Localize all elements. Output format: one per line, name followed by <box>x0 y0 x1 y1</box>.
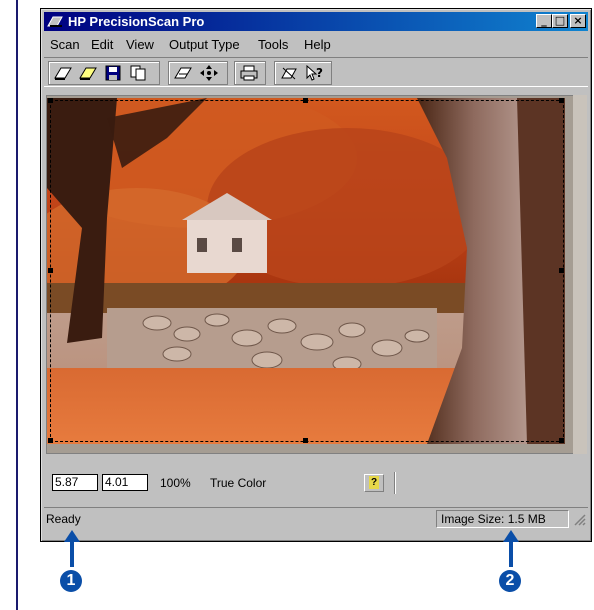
toolbar: ? <box>44 57 588 87</box>
selection-handle-s[interactable] <box>303 438 308 443</box>
menu-scan[interactable]: Scan <box>50 37 80 52</box>
scanner-app-icon <box>47 14 63 28</box>
move-icon[interactable] <box>199 64 219 82</box>
scan-icon[interactable] <box>53 64 73 82</box>
window-title: HP PrecisionScan Pro <box>68 14 205 29</box>
menu-view[interactable]: View <box>126 37 154 52</box>
width-field[interactable]: 5.87 <box>52 474 98 491</box>
callout-2-number: 2 <box>499 570 521 592</box>
callout-1-number: 1 <box>60 570 82 592</box>
help-pointer-icon[interactable]: ? <box>305 64 325 82</box>
callout-2-line <box>509 541 513 567</box>
selection-handle-se[interactable] <box>559 438 564 443</box>
print-icon[interactable] <box>239 64 259 82</box>
new-scan-icon[interactable] <box>78 64 98 82</box>
status-ready-text: Ready <box>46 512 81 526</box>
close-button[interactable]: × <box>570 14 586 28</box>
app-window: HP PrecisionScan Pro _ □ × Scan Edit Vie… <box>40 8 592 542</box>
selection-handle-n[interactable] <box>303 98 308 103</box>
preview-side-panel <box>573 95 587 454</box>
status-separator <box>394 472 395 494</box>
menu-help[interactable]: Help <box>304 37 331 52</box>
maximize-button[interactable]: □ <box>552 14 568 28</box>
selection-handle-nw[interactable] <box>48 98 53 103</box>
tool-group-print <box>234 61 266 85</box>
callout-1-line <box>70 541 74 567</box>
measurement-row: 5.87 4.01 100% True Color ? <box>44 472 588 496</box>
tool-group-tools: ? <box>274 61 332 85</box>
menu-bar: Scan Edit View Output Type Tools Help <box>44 34 588 54</box>
page-margin-rule <box>16 0 18 610</box>
minimize-button[interactable]: _ <box>536 14 552 28</box>
selection-handle-e[interactable] <box>559 268 564 273</box>
help-button[interactable]: ? <box>364 474 384 492</box>
selection-handle-sw[interactable] <box>48 438 53 443</box>
selection-handle-w[interactable] <box>48 268 53 273</box>
menu-edit[interactable]: Edit <box>91 37 113 52</box>
menu-tools[interactable]: Tools <box>258 37 288 52</box>
selection-marquee[interactable] <box>50 100 564 442</box>
output-type-value: True Color <box>210 476 267 490</box>
zoom-icon[interactable] <box>173 64 193 82</box>
height-field[interactable]: 4.01 <box>102 474 148 491</box>
image-size-panel: Image Size: 1.5 MB <box>436 510 569 528</box>
question-icon: ? <box>369 476 379 489</box>
selection-handle-ne[interactable] <box>559 98 564 103</box>
scale-value: 100% <box>160 476 191 490</box>
title-bar[interactable]: HP PrecisionScan Pro _ □ × <box>44 12 588 31</box>
crop-icon[interactable] <box>279 64 299 82</box>
save-icon[interactable] <box>103 64 123 82</box>
preview-area[interactable] <box>46 95 575 454</box>
tool-group-file <box>48 61 160 85</box>
tool-group-view <box>168 61 228 85</box>
menu-output-type[interactable]: Output Type <box>169 37 240 52</box>
svg-text:?: ? <box>316 66 323 80</box>
resize-grip-icon[interactable] <box>572 512 586 526</box>
status-bar: Ready Image Size: 1.5 MB <box>44 507 588 530</box>
copy-icon[interactable] <box>128 64 148 82</box>
